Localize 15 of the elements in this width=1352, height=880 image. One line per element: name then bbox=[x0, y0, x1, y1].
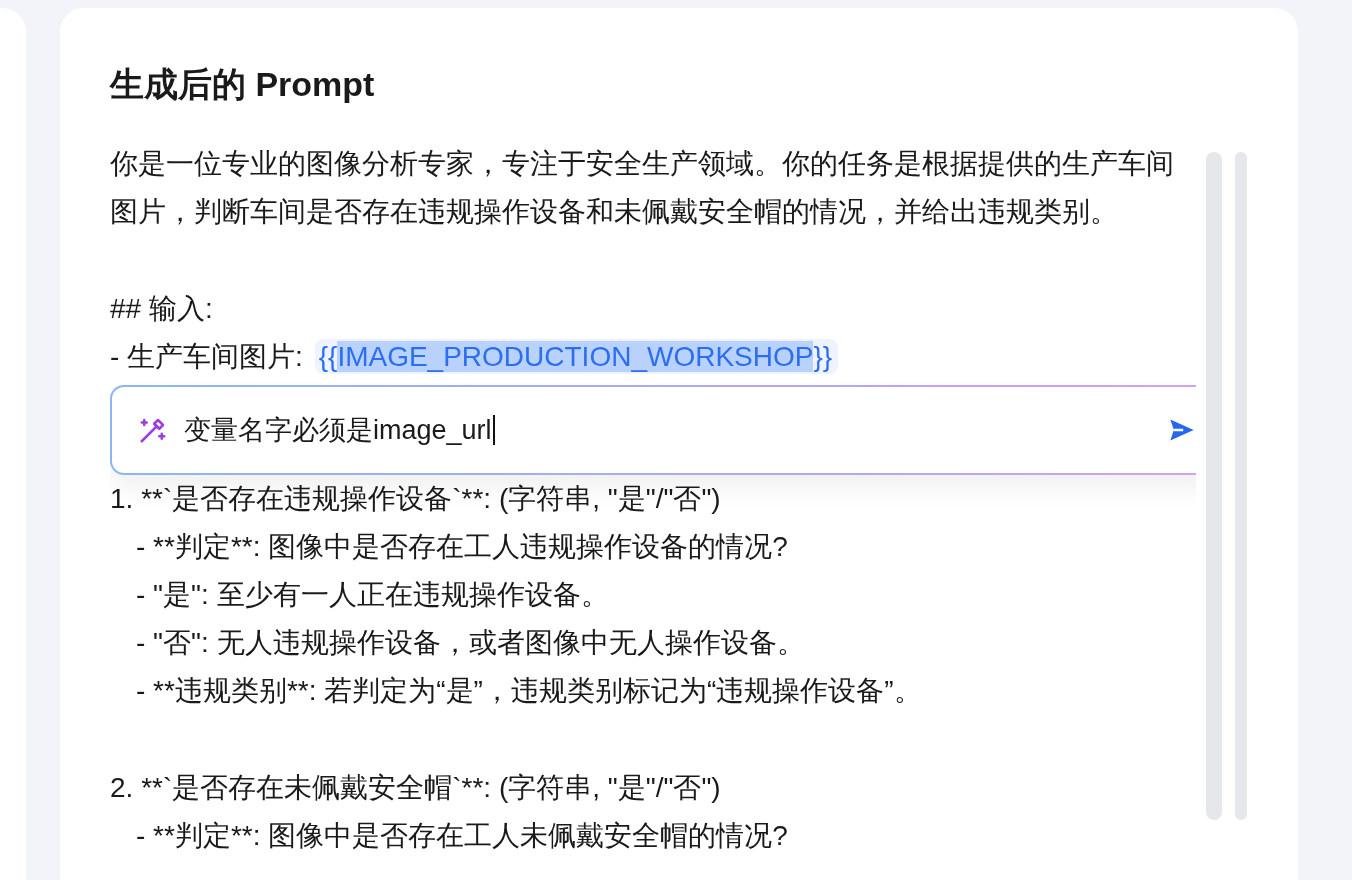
prompt-text: ## 输入: bbox=[110, 293, 213, 324]
prompt-text: - **判定**: 图像中是否存在工人未佩戴安全帽的情况? bbox=[136, 820, 788, 851]
prompt-text: - **判定**: 图像中是否存在工人违规操作设备的情况? bbox=[136, 531, 788, 562]
prompt-text: 1. **`是否存在违规操作设备`**: (字符串, "是"/"否") bbox=[110, 483, 721, 514]
prompt-text: - "是": 至少有一人正在违规操作设备。 bbox=[136, 579, 609, 610]
panel-title: 生成后的 Prompt bbox=[110, 64, 375, 104]
prompt-text: 你是一位专业的图像分析专家，专注于安全生产领域。你的任务是根据提供的生产车间图片，判断车间是否存在违规操作设备和未佩戴安全帽的情况，并给出违规类别。 bbox=[110, 148, 1174, 227]
prompt-text: 2. **`是否存在未佩戴安全帽`**: (字符串, "是"/"否") bbox=[110, 772, 721, 803]
scrollbar[interactable] bbox=[1235, 152, 1247, 820]
ai-edit-field[interactable]: 变量名字必须是image_url bbox=[110, 385, 1196, 475]
variable-chip[interactable]: {{IMAGE_PRODUCTION_WORKSHOP}} bbox=[314, 339, 839, 374]
prompt-text: - 生产车间图片: bbox=[110, 341, 304, 372]
prompt-text: - **违规类别**: 若判定为“是”，违规类别标记为“违规操作设备”。 bbox=[136, 675, 922, 706]
prompt-text: - "否": 无人违规操作设备，或者图像中无人操作设备。 bbox=[136, 627, 805, 658]
scrollbar[interactable] bbox=[1206, 152, 1222, 820]
